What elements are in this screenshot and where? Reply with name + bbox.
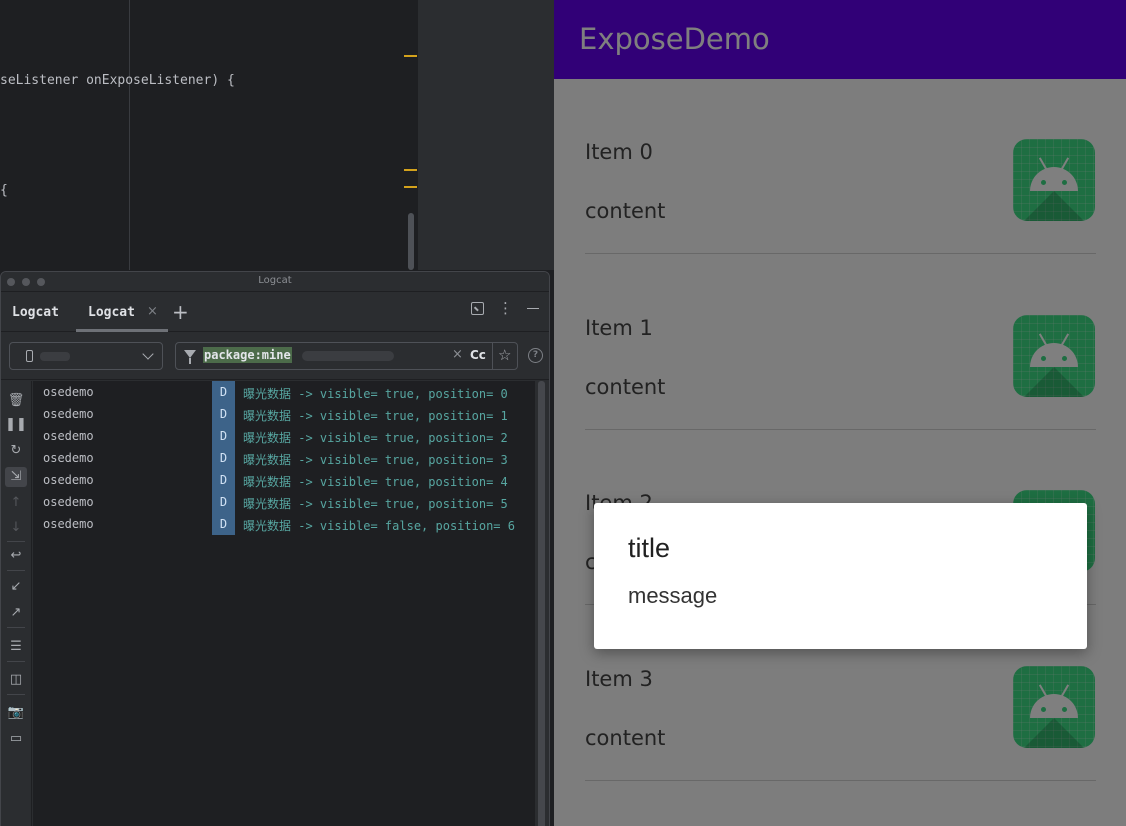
screen-record-icon[interactable]: ▭ [5, 729, 27, 749]
dialog-scrim[interactable] [554, 0, 1126, 826]
logcat-titlebar[interactable]: Logcat [1, 272, 549, 292]
logcat-side-toolbar: 🗑 ❚❚ ↻ ⇲ ↑ ↓ ↩ ↙ ↗ ☰ ◫ 📷 ▭ [1, 381, 32, 826]
code-line: { [0, 183, 8, 198]
log-package: osedemo [43, 407, 94, 421]
log-row[interactable]: osedemo D 曝光数据 -> visible= true, positio… [33, 447, 535, 469]
phone-icon [26, 350, 33, 362]
logcat-tab-bar: Logcat Logcat × + ⋮ [1, 292, 549, 332]
logcat-filter-bar: package:mine × Cc ☆ ? [1, 332, 549, 380]
window-title: Logcat [258, 275, 292, 286]
logcat-window: Logcat Logcat Logcat × + ⋮ package:mine … [0, 271, 550, 826]
dialog-title: title [628, 533, 671, 563]
desktop: seListener onExposeListener) { { Logcat … [0, 0, 1126, 826]
restore-window-icon[interactable] [471, 302, 484, 315]
match-case-button[interactable]: Cc [470, 348, 486, 362]
tab-label: Logcat [88, 305, 135, 320]
tab-logcat[interactable]: Logcat × [76, 292, 168, 332]
editor-scrollbar[interactable] [408, 213, 414, 270]
import-icon[interactable]: ↙ [5, 577, 27, 597]
toolbar-divider [7, 627, 25, 628]
tool-window-title: Logcat [12, 305, 59, 320]
toolbar-divider [7, 541, 25, 542]
log-row[interactable]: osedemo D 曝光数据 -> visible= true, positio… [33, 381, 535, 403]
more-options-icon[interactable]: ⋮ [498, 301, 513, 316]
warning-marker[interactable] [404, 169, 417, 171]
log-row[interactable]: osedemo D 曝光数据 -> visible= true, positio… [33, 403, 535, 425]
chevron-down-icon [142, 348, 154, 360]
split-panel-icon[interactable]: ◫ [5, 670, 27, 690]
toolbar-divider [7, 694, 25, 695]
favorite-filter-icon[interactable]: ☆ [498, 346, 511, 364]
arrow-up-icon[interactable]: ↑ [5, 493, 27, 513]
log-row[interactable]: osedemo D 曝光数据 -> visible= true, positio… [33, 491, 535, 513]
filter-icon[interactable] [184, 350, 196, 364]
log-level-badge: D [212, 403, 235, 425]
log-row[interactable]: osedemo D 曝光数据 -> visible= true, positio… [33, 425, 535, 447]
scrollbar-thumb[interactable] [538, 381, 545, 826]
log-package: osedemo [43, 473, 94, 487]
soft-wrap-icon[interactable]: ↩ [5, 546, 27, 566]
help-icon[interactable]: ? [528, 348, 543, 363]
code-line: seListener onExposeListener) { [0, 73, 235, 88]
emulator-screen: ExposeDemo Item 0 content Item 1 content [554, 0, 1126, 826]
editor-side-panel [418, 0, 554, 270]
toolbar-divider [7, 661, 25, 662]
trash-icon[interactable]: 🗑 [5, 391, 27, 411]
log-scrollbar[interactable] [535, 381, 549, 826]
clear-filter-icon[interactable]: × [452, 347, 463, 362]
log-package: osedemo [43, 429, 94, 443]
divider [492, 343, 493, 369]
log-package: osedemo [43, 385, 94, 399]
filter-redacted [302, 351, 394, 361]
scroll-to-end-icon[interactable]: ⇲ [5, 467, 27, 487]
add-tab-icon[interactable]: + [172, 300, 189, 324]
log-row[interactable]: osedemo D 曝光数据 -> visible= false, positi… [33, 513, 535, 535]
log-level-badge: D [212, 447, 235, 469]
log-output[interactable]: osedemo D 曝光数据 -> visible= true, positio… [33, 381, 535, 826]
log-package: osedemo [43, 451, 94, 465]
log-message: 曝光数据 -> visible= true, position= 1 [243, 409, 508, 423]
logcat-body: 🗑 ❚❚ ↻ ⇲ ↑ ↓ ↩ ↙ ↗ ☰ ◫ 📷 ▭ osedemo D 曝光数… [1, 381, 549, 826]
log-package: osedemo [43, 495, 94, 509]
screenshot-icon[interactable]: 📷 [5, 703, 27, 723]
filter-query-text: package:mine [203, 347, 292, 363]
export-icon[interactable]: ↗ [5, 603, 27, 623]
log-message: 曝光数据 -> visible= false, position= 6 [243, 519, 515, 533]
log-level-badge: D [212, 513, 235, 535]
device-selector[interactable] [9, 342, 163, 370]
alert-dialog[interactable]: title message [594, 503, 1087, 649]
hide-panel-icon[interactable] [527, 307, 539, 310]
dialog-message: message [628, 583, 718, 608]
log-message: 曝光数据 -> visible= true, position= 3 [243, 453, 508, 467]
warning-marker[interactable] [404, 186, 417, 188]
log-message: 曝光数据 -> visible= true, position= 4 [243, 475, 508, 489]
format-options-icon[interactable]: ☰ [5, 637, 27, 657]
arrow-down-icon[interactable]: ↓ [5, 518, 27, 538]
log-message: 曝光数据 -> visible= true, position= 2 [243, 431, 508, 445]
editor-guide-line [129, 0, 130, 270]
log-level-badge: D [212, 381, 235, 403]
log-package: osedemo [43, 517, 94, 531]
close-tab-icon[interactable]: × [147, 304, 158, 319]
log-level-badge: D [212, 469, 235, 491]
warning-marker[interactable] [404, 55, 417, 57]
filter-input[interactable]: package:mine × Cc ☆ [175, 342, 518, 370]
device-name-redacted [40, 352, 70, 361]
log-message: 曝光数据 -> visible= true, position= 0 [243, 387, 508, 401]
log-message: 曝光数据 -> visible= true, position= 5 [243, 497, 508, 511]
tool-window-actions: ⋮ [471, 301, 539, 316]
log-level-badge: D [212, 425, 235, 447]
toolbar-divider [7, 570, 25, 571]
restart-icon[interactable]: ↻ [5, 441, 27, 461]
log-level-badge: D [212, 491, 235, 513]
log-row[interactable]: osedemo D 曝光数据 -> visible= true, positio… [33, 469, 535, 491]
pause-icon[interactable]: ❚❚ [5, 415, 27, 435]
